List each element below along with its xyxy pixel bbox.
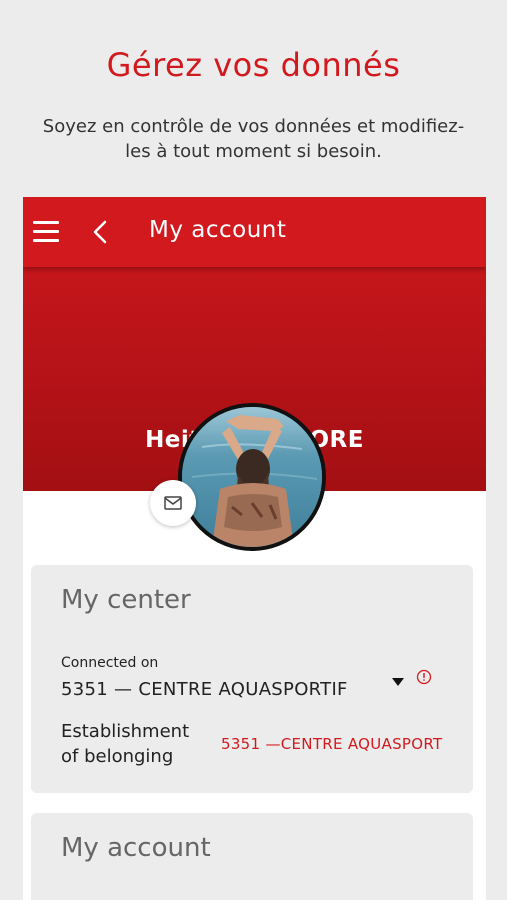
connected-center-select[interactable]: 5351 — CENTRE AQUASPORTIF	[61, 679, 371, 700]
my-account-card: My account	[31, 813, 473, 900]
hamburger-menu-icon[interactable]	[33, 219, 59, 243]
app-bar-title: My account	[149, 217, 287, 243]
promo-subtitle: Soyez en contrôle de vos données et modi…	[42, 116, 465, 162]
avatar[interactable]	[178, 403, 326, 551]
chevron-left-icon[interactable]	[89, 219, 113, 245]
connected-on-label: Connected on	[61, 655, 159, 671]
establishment-label: Establishment of belonging	[61, 721, 190, 767]
establishment-value: 5351 —CENTRE AQUASPORTIF	[221, 735, 443, 753]
my-center-card: My center Connected on 5351 — CENTRE AQU…	[31, 565, 473, 793]
dropdown-arrow-icon[interactable]	[391, 672, 405, 686]
info-icon[interactable]	[416, 669, 432, 685]
promo-title: Gérez vos donnés	[106, 46, 401, 84]
envelope-icon	[164, 496, 182, 510]
card-title: My center	[61, 585, 191, 615]
phone-screen: My account Heitz APPSTORE	[23, 197, 486, 900]
mail-button[interactable]	[150, 480, 196, 526]
app-bar: My account	[23, 197, 486, 267]
card-title: My account	[61, 833, 211, 863]
